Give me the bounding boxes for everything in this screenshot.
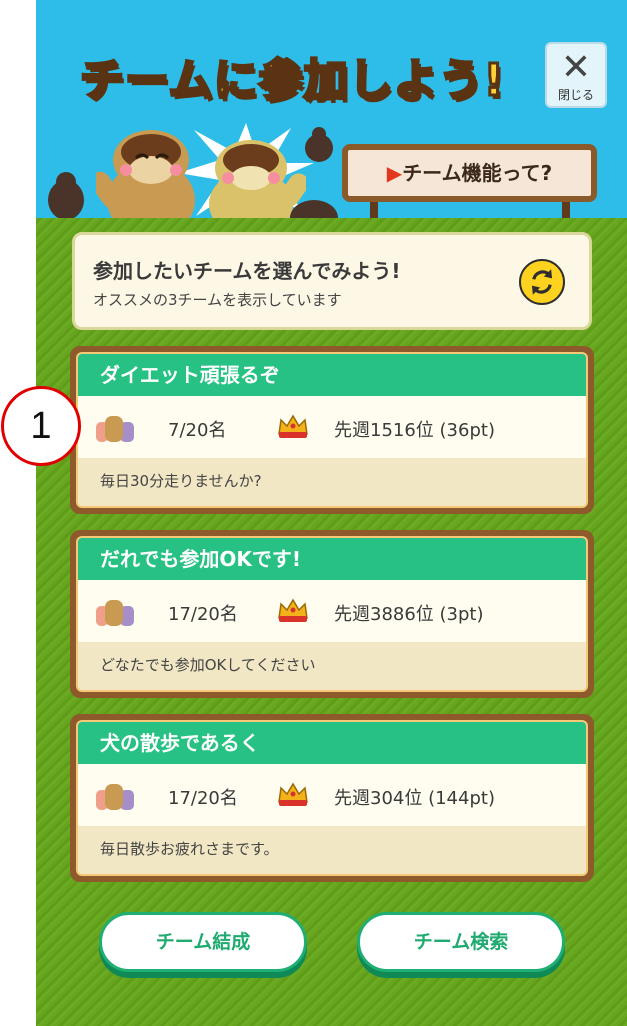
crown-icon xyxy=(278,598,308,622)
weekly-rank: 先週1516位 (36pt) xyxy=(334,420,495,441)
silhouette-bottom-illustration xyxy=(290,200,338,218)
team-card[interactable]: 犬の散歩であるく 17/20名 先週304位 (144pt) 毎日散歩お疲れさま… xyxy=(70,714,594,882)
team-card-body: 犬の散歩であるく 17/20名 先週304位 (144pt) 毎日散歩お疲れさま… xyxy=(76,720,588,876)
crown-icon xyxy=(278,414,308,438)
mascot-left-illustration xyxy=(96,130,195,218)
silhouette-left-illustration xyxy=(48,172,84,218)
member-count: 17/20名 xyxy=(168,788,238,809)
crown-icon xyxy=(278,782,308,806)
team-feature-sign[interactable]: ▶チーム機能って? xyxy=(342,136,597,218)
close-label: 閉じる xyxy=(557,88,594,102)
header-banner: チームに参加しよう! ✕ 閉じる ▶チーム機能って? xyxy=(36,0,627,218)
team-card-body: だれでも参加OKです! 17/20名 先週3886位 (3pt) どなたでも参加… xyxy=(76,536,588,692)
silhouette-top-illustration xyxy=(305,127,333,162)
team-join-screen: チームに参加しよう! ✕ 閉じる ▶チーム機能って? 参加したいチームを選んでみ… xyxy=(36,0,627,1026)
team-stats: 17/20名 先週3886位 (3pt) xyxy=(78,580,586,642)
sign-post-right xyxy=(562,202,570,218)
members-icon xyxy=(96,784,134,810)
close-button[interactable]: ✕ 閉じる xyxy=(545,42,607,108)
team-description: どなたでも参加OKしてください xyxy=(100,656,316,674)
intro-card: 参加したいチームを選んでみよう! オススメの3チームを表示しています xyxy=(72,232,592,330)
page-title: チームに参加しよう! xyxy=(79,54,506,108)
team-description: 毎日散歩お疲れさまです。 xyxy=(100,840,279,858)
refresh-icon[interactable] xyxy=(519,259,565,305)
sign-board: ▶チーム機能って? xyxy=(342,144,597,202)
team-card[interactable]: ダイエット頑張るぞ 7/20名 先週1516位 (36pt) 毎日30分走りませ… xyxy=(70,346,594,514)
team-name: 犬の散歩であるく xyxy=(78,722,586,764)
create-team-button[interactable]: チーム結成 xyxy=(99,912,307,972)
team-stats: 7/20名 先週1516位 (36pt) xyxy=(78,396,586,458)
annotation-marker: 1 xyxy=(1,386,81,466)
weekly-rank: 先週3886位 (3pt) xyxy=(334,604,484,625)
team-name: ダイエット頑張るぞ xyxy=(78,354,586,396)
team-description: 毎日30分走りませんか? xyxy=(100,472,262,490)
close-icon: ✕ xyxy=(560,47,592,88)
member-count: 17/20名 xyxy=(168,604,238,625)
sign-label: ▶チーム機能って? xyxy=(348,150,591,196)
intro-subtitle: オススメの3チームを表示しています xyxy=(93,291,342,309)
members-icon xyxy=(96,600,134,626)
play-arrow-icon: ▶ xyxy=(386,161,403,185)
sign-post-left xyxy=(370,202,378,218)
sign-text: チーム機能って? xyxy=(402,161,553,185)
intro-title: 参加したいチームを選んでみよう! xyxy=(93,259,401,283)
team-card[interactable]: だれでも参加OKです! 17/20名 先週3886位 (3pt) どなたでも参加… xyxy=(70,530,594,698)
members-icon xyxy=(96,416,134,442)
member-count: 7/20名 xyxy=(168,420,227,441)
weekly-rank: 先週304位 (144pt) xyxy=(334,788,495,809)
search-team-button[interactable]: チーム検索 xyxy=(357,912,565,972)
team-name: だれでも参加OKです! xyxy=(78,538,586,580)
team-stats: 17/20名 先週304位 (144pt) xyxy=(78,764,586,826)
team-card-body: ダイエット頑張るぞ 7/20名 先週1516位 (36pt) 毎日30分走りませ… xyxy=(76,352,588,508)
